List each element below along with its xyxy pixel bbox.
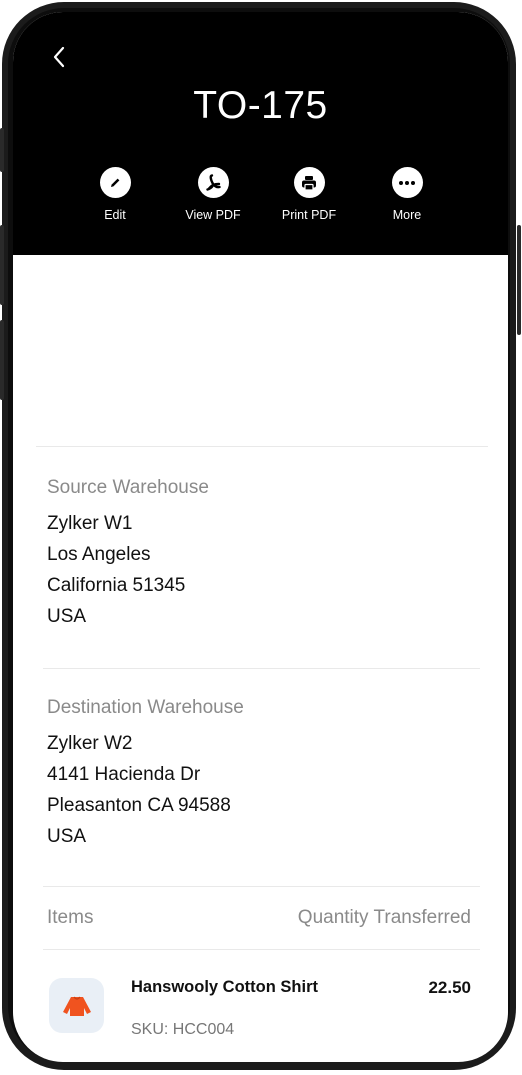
destination-address-line: 4141 Hacienda Dr bbox=[47, 764, 201, 785]
source-address-line: California 51345 bbox=[47, 575, 186, 596]
source-address-line: Zylker W1 bbox=[47, 513, 133, 534]
header: TO-175 Edit View PDF Print PDF More bbox=[13, 12, 508, 255]
source-warehouse-label: Source Warehouse bbox=[47, 477, 209, 498]
pdf-icon bbox=[206, 173, 221, 191]
pencil-icon bbox=[111, 178, 120, 187]
item-thumbnail bbox=[49, 978, 104, 1033]
page-title: TO-175 bbox=[193, 84, 328, 127]
edit-icon-circle bbox=[99, 167, 131, 198]
more-icon-circle bbox=[391, 167, 423, 198]
divider bbox=[36, 446, 488, 447]
shirt-icon bbox=[62, 996, 91, 1016]
edit-button[interactable]: Edit bbox=[70, 167, 160, 222]
power-button bbox=[517, 225, 521, 335]
more-label: More bbox=[392, 208, 422, 222]
action-bar: Edit View PDF Print PDF More bbox=[13, 167, 508, 227]
items-column-header: Items bbox=[47, 907, 94, 928]
printer-icon bbox=[302, 175, 316, 191]
print-pdf-label: Print PDF bbox=[281, 208, 337, 222]
edit-label: Edit bbox=[104, 208, 126, 222]
source-address-line: Los Angeles bbox=[47, 544, 151, 565]
item-quantity: 22.50 bbox=[428, 978, 471, 997]
destination-address-line: USA bbox=[47, 826, 87, 847]
divider bbox=[43, 668, 480, 669]
view-pdf-label: View PDF bbox=[185, 208, 241, 222]
chevron-left-icon bbox=[53, 46, 65, 68]
destination-warehouse-label: Destination Warehouse bbox=[47, 697, 244, 718]
phone-frame: TO-175 Edit View PDF Print PDF More Sour… bbox=[0, 0, 522, 1075]
item-sku: SKU: HCC004 bbox=[131, 1021, 235, 1038]
back-button[interactable] bbox=[49, 44, 69, 70]
mute-switch bbox=[0, 128, 4, 172]
divider bbox=[43, 886, 480, 887]
destination-address-line: Zylker W2 bbox=[47, 733, 133, 754]
divider bbox=[43, 949, 480, 950]
volume-down-button bbox=[0, 320, 4, 400]
printer-icon-circle bbox=[293, 167, 325, 198]
pdf-icon-circle bbox=[197, 167, 229, 198]
destination-address-line: Pleasanton CA 94588 bbox=[47, 795, 231, 816]
quantity-column-header: Quantity Transferred bbox=[297, 907, 471, 928]
print-pdf-button[interactable]: Print PDF bbox=[264, 167, 354, 222]
item-name: Hanswooly Cotton Shirt bbox=[131, 978, 318, 996]
view-pdf-button[interactable]: View PDF bbox=[168, 167, 258, 222]
more-button[interactable]: More bbox=[362, 167, 452, 222]
volume-up-button bbox=[0, 225, 4, 305]
more-icon bbox=[399, 180, 415, 185]
screen: TO-175 Edit View PDF Print PDF More Sour… bbox=[13, 12, 508, 1062]
source-address-line: USA bbox=[47, 606, 87, 627]
